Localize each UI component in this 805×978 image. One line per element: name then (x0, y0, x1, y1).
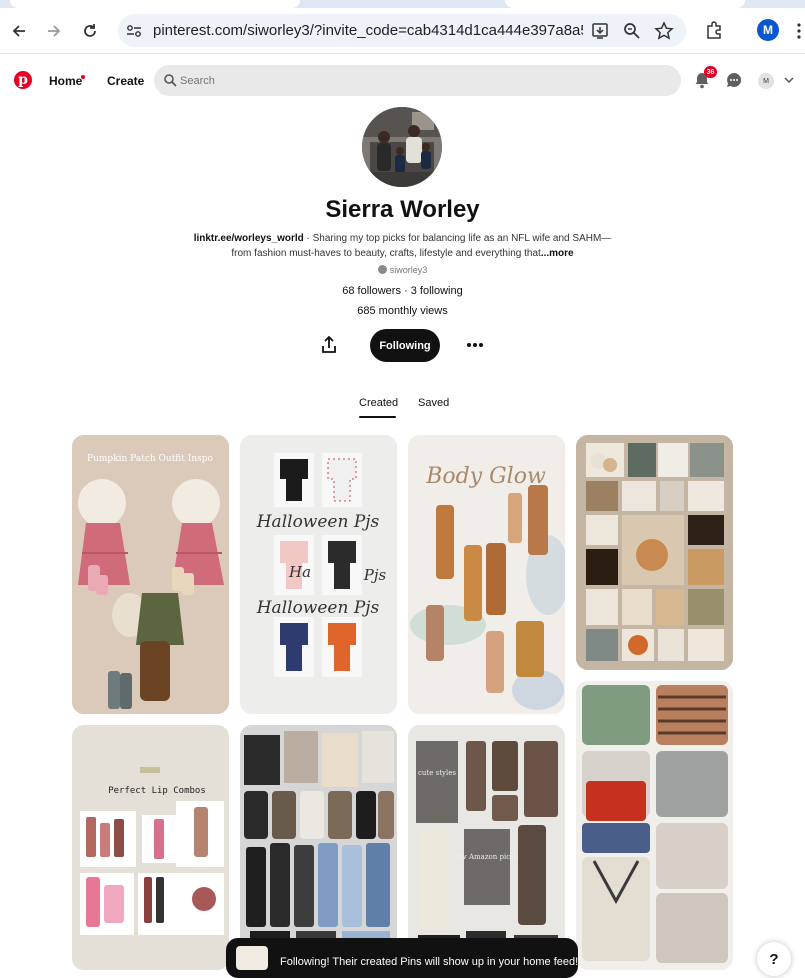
reload-icon (84, 24, 96, 37)
star-icon[interactable] (654, 21, 674, 41)
pin-image: Pumpkin Patch Outfit Inspo (72, 435, 229, 714)
pin7-label1: cute styles (418, 769, 456, 777)
back-button[interactable] (5, 17, 33, 45)
svg-text:Ha: Ha (288, 563, 311, 581)
svg-text:Pjs: Pjs (363, 566, 387, 584)
reload-button[interactable] (76, 17, 104, 45)
user-avatar[interactable]: M (758, 73, 774, 89)
following-button[interactable]: Following (370, 329, 440, 362)
tab-saved[interactable]: Saved (418, 397, 449, 409)
pin-image: cute styles fav Amazon picks (408, 725, 565, 970)
pin3-title: Body Glow (425, 464, 546, 489)
help-button[interactable]: ? (757, 942, 791, 976)
browser-toolbar: pinterest.com/siworley3/?invite_code=cab… (0, 8, 805, 54)
bio-text-line1: · Sharing my top picks for balancing lif… (303, 233, 612, 244)
tab-created[interactable]: Created (359, 397, 398, 409)
notification-badge: 36 (704, 66, 717, 78)
address-bar[interactable]: pinterest.com/siworley3/?invite_code=cab… (118, 14, 686, 47)
bio-link[interactable]: linktr.ee/worleys_world (194, 233, 304, 244)
pin2-text-repeat: Halloween Pjs (256, 598, 380, 618)
more-options-icon[interactable] (464, 334, 486, 356)
pinterest-logo[interactable]: p (14, 71, 32, 89)
arrow-left-icon (12, 25, 25, 37)
handle-text: siworley3 (389, 265, 428, 275)
search-icon (164, 74, 177, 87)
pin-card[interactable]: Body Glow (408, 435, 565, 714)
pin-card[interactable]: Pumpkin Patch Outfit Inspo (72, 435, 229, 714)
search-input[interactable] (180, 72, 660, 90)
pin-image (576, 435, 733, 670)
profile-name: Sierra Worley (325, 196, 480, 223)
pin-card[interactable] (576, 435, 733, 670)
browser-tab[interactable] (10, 0, 300, 8)
pin2-text: Halloween Pjs (256, 512, 380, 532)
browser-tab-strip (0, 0, 805, 8)
pin-card[interactable] (576, 681, 733, 970)
family-photo-image (362, 107, 442, 187)
pin-card[interactable] (240, 725, 397, 970)
pin1-title: Pumpkin Patch Outfit Inspo (87, 454, 213, 464)
forward-button[interactable] (40, 17, 68, 45)
pin-card[interactable]: Halloween Pjs Ha Pjs Halloween Pjs (240, 435, 397, 714)
pin-image: Perfect Lip Combos (72, 725, 229, 970)
pin-image (576, 681, 733, 970)
toast-message: Following! Their created Pins will show … (280, 956, 579, 968)
site-settings-icon[interactable] (125, 22, 143, 40)
install-app-icon[interactable] (590, 21, 610, 41)
follow-toast: Following! Their created Pins will show … (226, 938, 578, 978)
profile-bio: linktr.ee/worleys_world · Sharing my top… (180, 231, 625, 261)
extensions-icon[interactable] (704, 20, 724, 40)
toast-thumbnail (236, 946, 268, 970)
follow-stats[interactable]: 68 followers · 3 following (0, 285, 805, 297)
nav-home[interactable]: Home (49, 74, 82, 88)
profile-handle: siworley3 (0, 265, 805, 275)
pin-image: Halloween Pjs Ha Pjs Halloween Pjs (240, 435, 397, 714)
nav-create[interactable]: Create (107, 74, 144, 88)
pin-card[interactable]: Perfect Lip Combos (72, 725, 229, 970)
monthly-views: 685 monthly views (357, 305, 448, 317)
bio-text-line2: from fashion must-haves to beauty, craft… (231, 248, 541, 259)
profile-photo (362, 107, 442, 187)
active-tab-indicator (359, 416, 396, 418)
share-icon[interactable] (318, 334, 340, 356)
browser-menu-icon[interactable] (796, 22, 802, 40)
home-notification-dot (81, 75, 85, 79)
pin5-title: Perfect Lip Combos (108, 786, 206, 796)
pinterest-header: p Home Create 36 M (0, 54, 805, 110)
search-bar[interactable] (154, 65, 681, 96)
arrow-right-icon (48, 25, 61, 37)
bio-more-link[interactable]: ...more (541, 248, 574, 259)
pin-image: Body Glow (408, 435, 565, 714)
url-text[interactable]: pinterest.com/siworley3/?invite_code=cab… (153, 22, 583, 39)
zoom-icon[interactable] (622, 21, 642, 41)
chevron-down-icon[interactable] (783, 74, 795, 86)
pinterest-mini-icon (377, 265, 387, 274)
pin-image (240, 725, 397, 970)
browser-tab[interactable] (505, 0, 745, 8)
pin-card[interactable]: cute styles fav Amazon picks (408, 725, 565, 970)
messages-icon[interactable] (725, 71, 743, 89)
browser-profile-avatar[interactable]: M (757, 19, 779, 41)
pin7-label2: fav Amazon picks (456, 853, 518, 861)
